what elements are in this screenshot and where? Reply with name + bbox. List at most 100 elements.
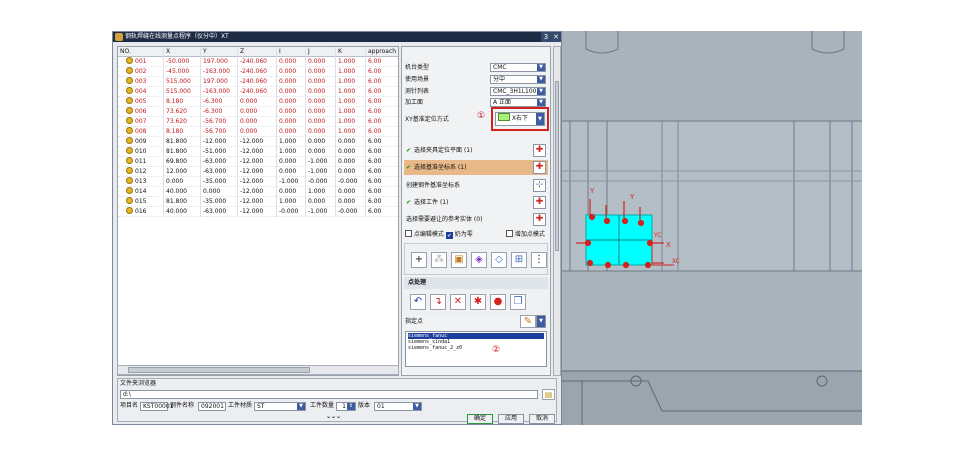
undo-icon[interactable]: ↶ (410, 294, 426, 310)
table-cell-a: 6.00 (366, 197, 398, 207)
table-row[interactable]: 003 515.000 197.000 -240.060 0.000 0.000 1.000… (118, 77, 398, 87)
point-pick-icon[interactable]: ✎ (520, 315, 536, 328)
table-cell-a: 6.00 (366, 87, 398, 97)
select-plane-row[interactable]: ✔ 选择夹具定位平面 (1) ✚ (404, 143, 548, 158)
point-icon (126, 157, 133, 164)
probe-list-select[interactable]: CMC_3H1L100 ▼ (490, 87, 546, 96)
table-row[interactable]: 014 40.000 0.000 -12.000 0.000 1.000 0.000 6.00 (118, 187, 398, 197)
crosshair-icon[interactable]: ✚ (533, 144, 546, 157)
copy-icon[interactable]: ❐ (510, 294, 526, 310)
col-i-header[interactable]: I (277, 47, 306, 57)
table-row[interactable]: 001 -50.000 197.000 -240.060 0.000 0.000 1.000… (118, 57, 398, 67)
table-cell-i: 0.000 (277, 107, 306, 117)
material-select[interactable]: ST ▼ (254, 402, 306, 411)
apply-button[interactable]: 应用 (498, 414, 524, 424)
pin-icon[interactable]: ✱ (470, 294, 486, 310)
table-row[interactable]: 007 73.620 -56.700 0.000 0.000 0.000 1.000 6.00 (118, 117, 398, 127)
scene-select[interactable]: 分中 ▼ (490, 75, 546, 84)
table-row[interactable]: 012 12.000 -63.000 -12.000 0.000 -1.000 0.000 6… (118, 167, 398, 177)
col-k-header[interactable]: K (336, 47, 366, 57)
list-item[interactable]: siemens_fanuc_2_z0 (408, 345, 544, 351)
select-csys-row[interactable]: ✔ 选择基准坐标系 (1) ✚ (404, 160, 548, 175)
scroll-thumb[interactable] (128, 367, 310, 373)
table-cell-j: 0.000 (306, 117, 336, 127)
vertical-scrollbar[interactable] (553, 46, 561, 376)
surface-icon[interactable]: ◈ (471, 252, 487, 268)
close-icon[interactable]: ✕ (551, 32, 561, 42)
material-label: 工件材质 (228, 402, 253, 409)
table-row[interactable]: 002 -45.000 -163.000 -240.060 0.000 0.000 1.00… (118, 67, 398, 77)
path-field[interactable]: d:\ (120, 390, 538, 399)
help-icon[interactable]: 3 (541, 32, 551, 42)
grid-icon[interactable]: ⋮ (531, 252, 547, 268)
xy-method-select[interactable]: X右下 ▼ (495, 112, 545, 126)
horizontal-scrollbar[interactable] (117, 365, 399, 375)
table-row[interactable]: 015 81.800 -35.000 -12.000 1.000 0.000 0.000 6.… (118, 197, 398, 207)
point-type-dropdown[interactable]: ▼ (536, 315, 546, 328)
col-no-header[interactable]: NO. (118, 47, 164, 57)
qty-value: 1 (342, 403, 346, 410)
table-row[interactable]: 010 81.800 -51.000 -12.000 1.000 0.000 0.000 6.… (118, 147, 398, 157)
move-point-icon[interactable]: ⁂ (431, 252, 447, 268)
insert-point-icon[interactable]: ↴ (430, 294, 446, 310)
pattern-icon[interactable]: ⊞ (511, 252, 527, 268)
version-select[interactable]: 01 ▼ (374, 402, 422, 411)
table-row[interactable]: 013 0.000 -35.000 -12.000 -1.000 -0.000 -0.000… (118, 177, 398, 187)
table-cell-y: 197.000 (201, 57, 238, 67)
qty-stepper[interactable]: 1 ⇕ (336, 402, 356, 411)
table-row[interactable]: 011 69.800 -63.000 -12.000 0.000 -1.000 0.000 6… (118, 157, 398, 167)
crosshair-icon[interactable]: ✚ (533, 213, 546, 226)
table-cell-no: 001 (118, 57, 164, 67)
table-cell-a: 6.00 (366, 147, 398, 157)
table-row[interactable]: 004 515.000 -163.000 -240.060 0.000 0.000 1.00… (118, 87, 398, 97)
cancel-button[interactable]: 取消 (529, 414, 555, 424)
point-number: 007 (135, 118, 147, 125)
edit-mode-checkbox[interactable] (405, 230, 412, 237)
box-icon[interactable]: ▣ (451, 252, 467, 268)
col-z-header[interactable]: Z (238, 47, 277, 57)
create-csys-row[interactable]: 创建钢件基准坐标系 ⊹ (404, 178, 548, 193)
select-workpiece-row[interactable]: ✔ 选择工件 (1) ✚ (404, 195, 548, 210)
table-row[interactable]: 008 8.180 -56.700 0.000 0.000 0.000 1.000 6.00 (118, 127, 398, 137)
table-cell-no: 015 (118, 197, 164, 207)
table-cell-a: 6.00 (366, 157, 398, 167)
col-j-header[interactable]: J (306, 47, 336, 57)
table-cell-y: -35.000 (201, 197, 238, 207)
cad-viewport[interactable]: Y Y X XC YC (557, 31, 869, 427)
col-approach-header[interactable]: approach (366, 47, 398, 57)
table-cell-k: 0.000 (336, 167, 366, 177)
machine-type-select[interactable]: CMC ▼ (490, 63, 546, 72)
add-point-icon[interactable]: + (411, 252, 427, 268)
folder-icon[interactable]: ▤ (542, 389, 555, 400)
table-cell-a: 6.00 (366, 97, 398, 107)
delete-point-icon[interactable]: ✕ (450, 294, 466, 310)
expand-icon[interactable]: ⌄⌄⌄ (326, 413, 341, 421)
table-row[interactable]: 016 40.000 -63.000 -12.000 -0.000 -1.000 -0.00… (118, 207, 398, 217)
select-avoid-row[interactable]: 选择需要避让的参考实体 (0) ✚ (404, 212, 548, 227)
part-field[interactable]: 092001 (198, 402, 226, 411)
edge-icon[interactable]: ◇ (491, 252, 507, 268)
table-row[interactable]: 005 8.180 -6.300 0.000 0.000 0.000 1.000 6.00 (118, 97, 398, 107)
crosshair-icon[interactable]: ✚ (533, 161, 546, 174)
electrode-checkbox[interactable]: ✔ (445, 232, 453, 239)
table-cell-no: 016 (118, 207, 164, 217)
face-select[interactable]: A 正面 ▼ (490, 98, 546, 107)
record-icon[interactable]: ● (490, 294, 506, 310)
crosshair-icon[interactable]: ✚ (533, 196, 546, 209)
add-mode-checkbox[interactable] (506, 230, 513, 237)
scene-value: 分中 (493, 76, 506, 83)
ok-button[interactable]: 确定 (467, 414, 493, 424)
table-row[interactable]: 009 81.800 -12.000 -12.000 1.000 0.000 0.000 6.… (118, 137, 398, 147)
point-section-header[interactable]: 点处理 (404, 277, 548, 289)
version-value: 01 (377, 403, 385, 410)
project-field[interactable]: KST00001 (140, 402, 174, 411)
csys-icon[interactable]: ⊹ (533, 179, 546, 192)
table-cell-k: 0.000 (336, 137, 366, 147)
col-y-header[interactable]: Y (201, 47, 238, 57)
table-row[interactable]: 006 73.620 -6.300 0.000 0.000 0.000 1.000 6.00 (118, 107, 398, 117)
col-x-header[interactable]: X (164, 47, 201, 57)
scroll-thumb[interactable] (555, 81, 559, 251)
post-list[interactable]: siemens_fanuc siemens_xinda1 siemens_fan… (405, 331, 547, 367)
table-cell-a: 6.00 (366, 177, 398, 187)
table-cell-no: 011 (118, 157, 164, 167)
